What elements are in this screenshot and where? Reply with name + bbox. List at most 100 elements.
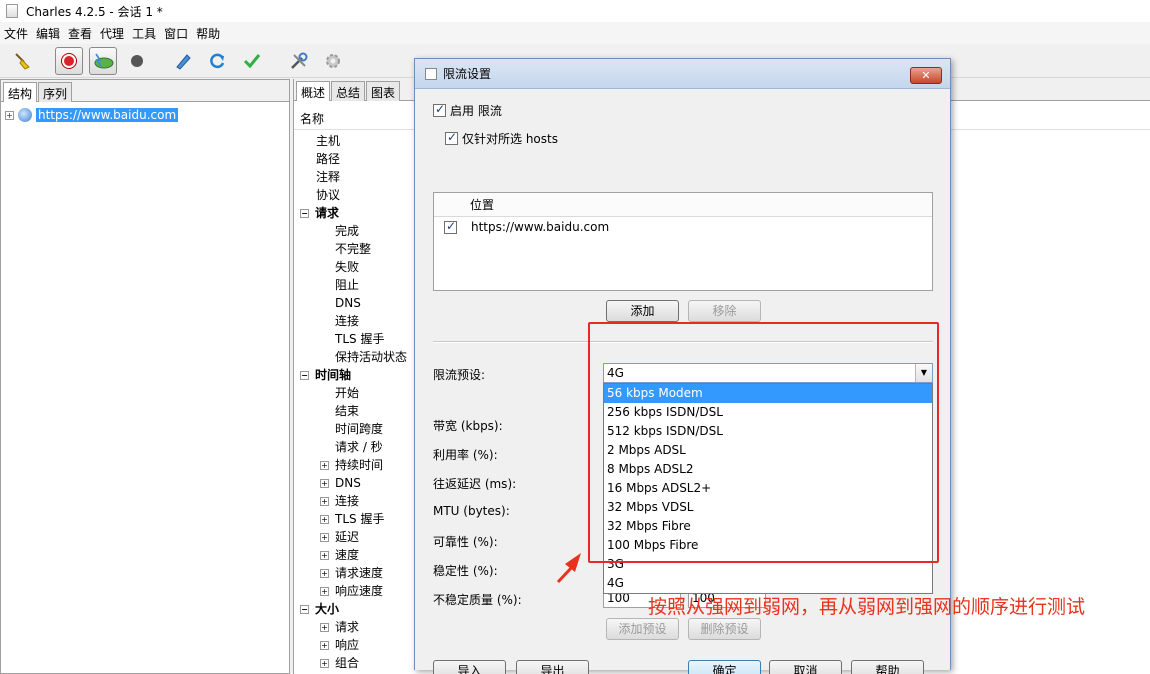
menu-file[interactable]: 文件 bbox=[4, 25, 28, 42]
overview-row[interactable]: + 连接 bbox=[320, 492, 359, 510]
overview-row[interactable]: 注释 bbox=[316, 168, 340, 186]
preset-option[interactable]: 256 kbps ISDN/DSL bbox=[604, 403, 932, 422]
overview-row[interactable]: + 请求速度 bbox=[320, 564, 383, 582]
preset-option[interactable]: 3G bbox=[604, 555, 932, 574]
import-button[interactable]: 导入 bbox=[433, 660, 506, 674]
repeat-icon[interactable] bbox=[203, 47, 231, 75]
overview-row[interactable]: − 大小 bbox=[300, 600, 339, 618]
overview-row[interactable]: − 请求 bbox=[300, 204, 339, 222]
expand-icon[interactable]: + bbox=[320, 532, 329, 542]
tree-host-item[interactable]: + https://www.baidu.com bbox=[5, 108, 179, 122]
preset-option[interactable]: 4G bbox=[604, 574, 932, 593]
overview-row[interactable]: DNS bbox=[335, 294, 361, 312]
ok-button[interactable]: 确定 bbox=[688, 660, 761, 674]
overview-row-label: 路径 bbox=[316, 152, 341, 166]
menu-tools[interactable]: 工具 bbox=[132, 25, 156, 42]
menu-view[interactable]: 查看 bbox=[68, 25, 92, 42]
remove-host-button[interactable]: 移除 bbox=[688, 300, 761, 322]
preset-select[interactable]: 4G ▼ bbox=[603, 363, 933, 383]
preset-option[interactable]: 2 Mbps ADSL bbox=[604, 441, 932, 460]
overview-row[interactable]: 保持活动状态 bbox=[335, 348, 407, 366]
collapse-icon[interactable]: − bbox=[300, 604, 309, 614]
overview-row[interactable]: + 持续时间 bbox=[320, 456, 383, 474]
expand-icon[interactable]: + bbox=[320, 586, 329, 596]
menu-bar: 文件 编辑 查看 代理 工具 窗口 帮助 bbox=[0, 22, 1150, 44]
overview-row[interactable]: + 请求 bbox=[320, 618, 359, 636]
overview-row[interactable]: + 速度 bbox=[320, 546, 359, 564]
close-button[interactable]: ✕ bbox=[910, 67, 942, 84]
tab-sequence[interactable]: 序列 bbox=[38, 82, 73, 102]
expand-icon[interactable]: + bbox=[320, 460, 329, 470]
record-icon[interactable] bbox=[55, 47, 83, 75]
expand-icon[interactable]: + bbox=[320, 568, 329, 578]
host-row-checkbox[interactable] bbox=[444, 219, 457, 234]
expand-icon[interactable]: + bbox=[5, 110, 14, 120]
menu-edit[interactable]: 编辑 bbox=[36, 25, 60, 42]
expand-icon[interactable]: + bbox=[320, 550, 329, 560]
overview-row[interactable]: 完成 bbox=[335, 222, 359, 240]
tools-icon[interactable] bbox=[285, 47, 313, 75]
overview-row[interactable]: 连接 bbox=[335, 312, 359, 330]
throttle-icon[interactable] bbox=[89, 47, 117, 75]
menu-proxy[interactable]: 代理 bbox=[100, 25, 124, 42]
tab-summary[interactable]: 总结 bbox=[331, 81, 366, 101]
enable-throttling-row[interactable]: 启用 限流 bbox=[433, 102, 502, 119]
overview-row[interactable]: + DNS bbox=[320, 474, 361, 492]
expand-icon[interactable]: + bbox=[320, 640, 329, 650]
overview-row[interactable]: TLS 握手 bbox=[335, 330, 384, 348]
overview-row[interactable]: + 响应速度 bbox=[320, 582, 383, 600]
host-label[interactable]: https://www.baidu.com bbox=[36, 108, 179, 122]
overview-row[interactable]: 结束 bbox=[335, 402, 359, 420]
cancel-button[interactable]: 取消 bbox=[769, 660, 842, 674]
overview-row[interactable]: 时间跨度 bbox=[335, 420, 383, 438]
overview-row[interactable]: 协议 bbox=[316, 186, 340, 204]
overview-row[interactable]: 失败 bbox=[335, 258, 359, 276]
expand-icon[interactable]: + bbox=[320, 478, 329, 488]
overview-row[interactable]: 请求 / 秒 bbox=[335, 438, 383, 456]
add-host-button[interactable]: 添加 bbox=[606, 300, 679, 322]
overview-row[interactable]: 阻止 bbox=[335, 276, 359, 294]
menu-window[interactable]: 窗口 bbox=[164, 25, 188, 42]
overview-row[interactable]: 开始 bbox=[335, 384, 359, 402]
delete-preset-button[interactable]: 删除预设 bbox=[688, 618, 761, 640]
preset-option[interactable]: 56 kbps Modem bbox=[604, 384, 932, 403]
collapse-icon[interactable]: − bbox=[300, 370, 309, 380]
overview-row[interactable]: 主机 bbox=[316, 132, 340, 150]
overview-row[interactable]: + 组合 bbox=[320, 654, 359, 672]
broom-icon[interactable] bbox=[8, 47, 36, 75]
expand-icon[interactable]: + bbox=[320, 658, 329, 668]
overview-row[interactable]: + TLS 握手 bbox=[320, 510, 384, 528]
overview-row[interactable]: + 响应 bbox=[320, 636, 359, 654]
hosts-table-row[interactable]: https://www.baidu.com bbox=[434, 217, 932, 237]
overview-row[interactable]: 路径 bbox=[316, 150, 340, 168]
mtu-label: MTU (bytes): bbox=[433, 504, 510, 518]
only-selected-hosts-checkbox[interactable] bbox=[445, 130, 458, 145]
menu-help[interactable]: 帮助 bbox=[196, 25, 220, 42]
compose-icon[interactable] bbox=[169, 47, 197, 75]
overview-row[interactable]: + 延迟 bbox=[320, 528, 359, 546]
preset-option[interactable]: 512 kbps ISDN/DSL bbox=[604, 422, 932, 441]
overview-row[interactable]: − 时间轴 bbox=[300, 366, 351, 384]
tab-structure[interactable]: 结构 bbox=[3, 82, 38, 102]
expand-icon[interactable]: + bbox=[320, 496, 329, 506]
breakpoint-icon[interactable] bbox=[123, 47, 151, 75]
preset-option[interactable]: 8 Mbps ADSL2 bbox=[604, 460, 932, 479]
expand-icon[interactable]: + bbox=[320, 514, 329, 524]
expand-icon[interactable]: + bbox=[320, 622, 329, 632]
validate-icon[interactable] bbox=[238, 47, 266, 75]
enable-throttling-checkbox[interactable] bbox=[433, 102, 446, 117]
preset-option[interactable]: 100 Mbps Fibre bbox=[604, 536, 932, 555]
only-selected-hosts-row[interactable]: 仅针对所选 hosts bbox=[445, 130, 558, 147]
export-button[interactable]: 导出 bbox=[516, 660, 589, 674]
tab-overview[interactable]: 概述 bbox=[296, 81, 331, 101]
preset-option[interactable]: 32 Mbps VDSL bbox=[604, 498, 932, 517]
collapse-icon[interactable]: − bbox=[300, 208, 309, 218]
tab-chart[interactable]: 图表 bbox=[366, 81, 401, 101]
help-button[interactable]: 帮助 bbox=[851, 660, 924, 674]
chevron-down-icon[interactable]: ▼ bbox=[915, 364, 932, 382]
overview-row[interactable]: 不完整 bbox=[335, 240, 371, 258]
settings-icon[interactable] bbox=[319, 47, 347, 75]
preset-option[interactable]: 16 Mbps ADSL2+ bbox=[604, 479, 932, 498]
add-preset-button[interactable]: 添加预设 bbox=[606, 618, 679, 640]
preset-option[interactable]: 32 Mbps Fibre bbox=[604, 517, 932, 536]
